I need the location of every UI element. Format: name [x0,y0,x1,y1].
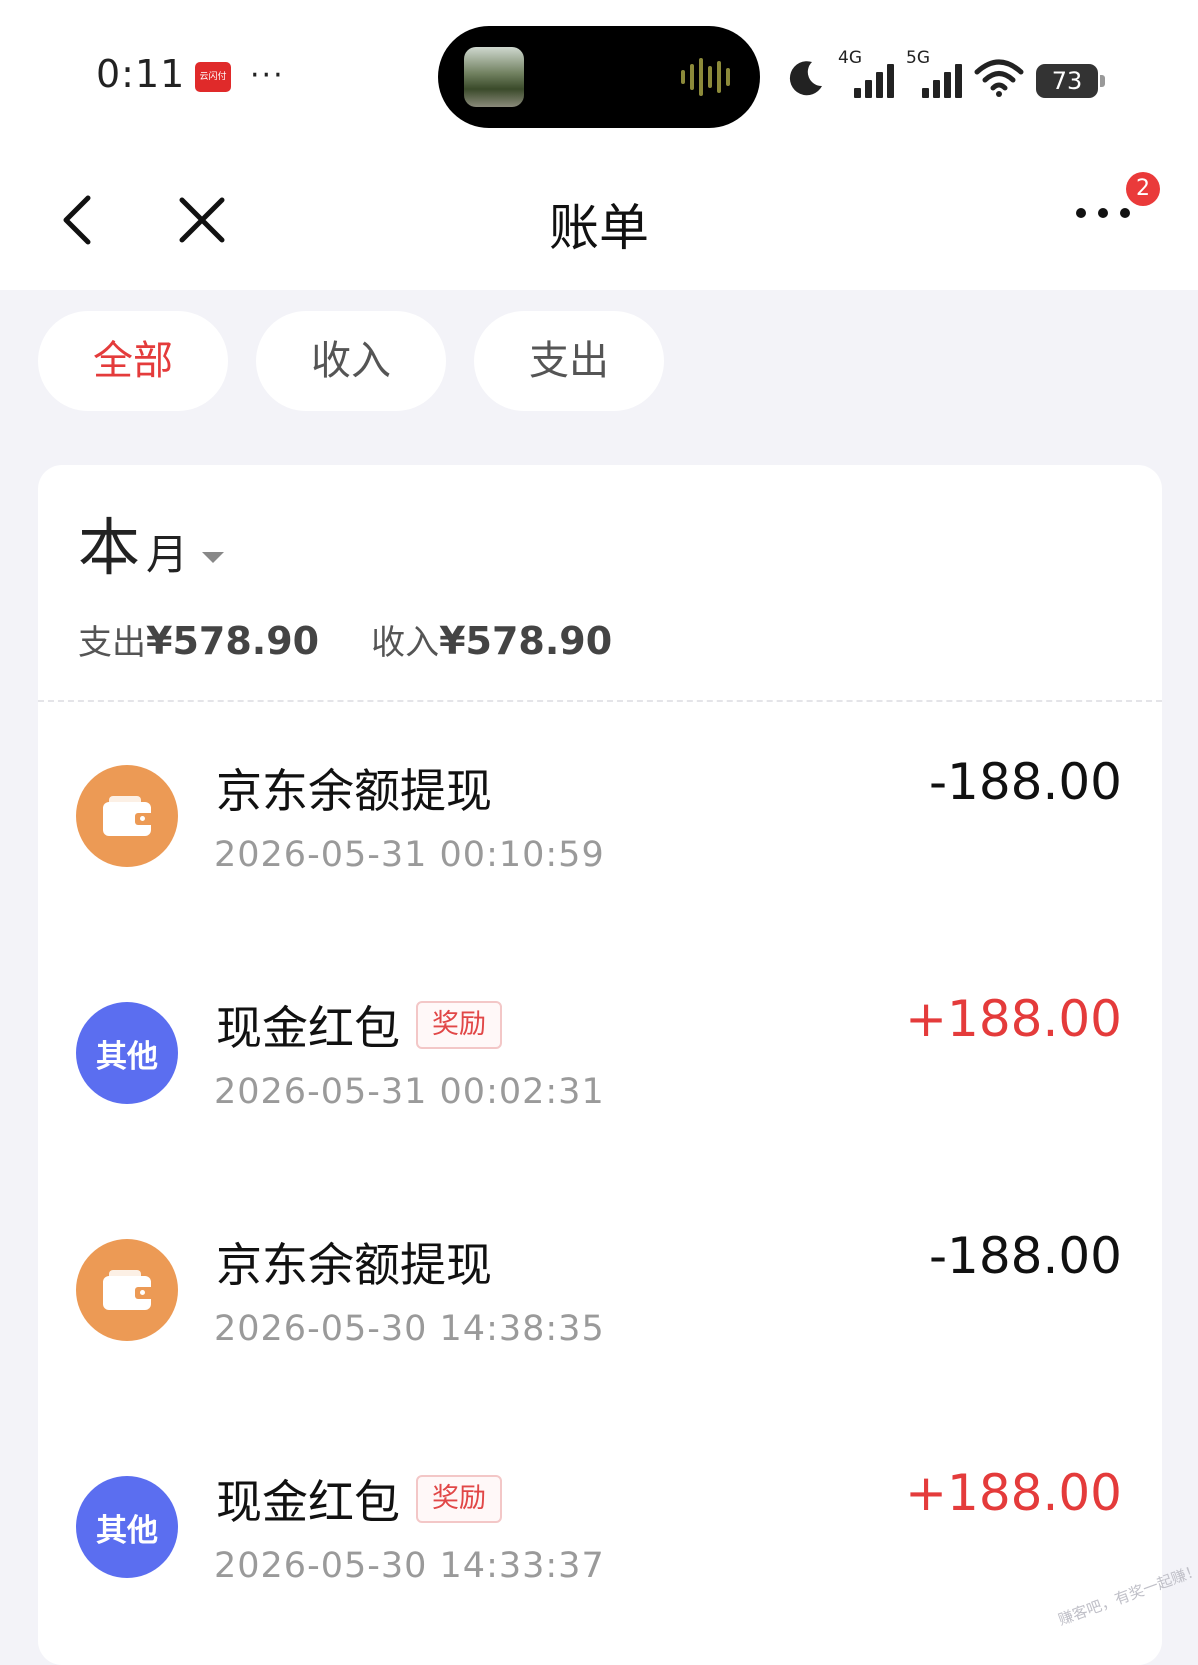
transaction-amount: +188.00 [905,990,1122,1048]
expense-summary: 支出 ¥578.90 [78,615,319,664]
media-thumbnail [464,47,524,107]
month-label-big: 本 [78,511,141,584]
expense-summary-label: 支出 [78,623,146,663]
filter-all-button[interactable]: 全部 [38,311,228,411]
status-bar: 0:11 云闪付 ··· 4G 5G 73 [0,0,1198,150]
wifi-icon [974,59,1024,97]
month-summary: 支出 ¥578.90 收入 ¥578.90 [78,615,612,664]
dashed-divider [38,700,1162,702]
transaction-title-wrap: 现金红包 奖励 [216,1466,502,1532]
signal-4g-icon: 4G [838,48,894,98]
transaction-time: 2026-05-31 00:02:31 [214,1072,605,1112]
transaction-title: 现金红包 [216,1475,400,1529]
signal-5g-icon: 5G [906,48,962,98]
reward-tag: 奖励 [416,1001,502,1049]
transaction-row[interactable]: 京东余额提现 2026-05-31 00:10:59 -188.00 [38,725,1162,925]
income-summary: 收入 ¥578.90 [371,615,612,664]
transaction-time: 2026-05-31 00:10:59 [214,835,605,875]
month-label-small: 月 [146,530,189,579]
transaction-title-wrap: 京东余额提现 [216,1229,492,1295]
income-summary-label: 收入 [371,623,440,663]
battery-icon: 73 [1036,64,1105,98]
transaction-row[interactable]: 京东余额提现 2026-05-30 14:38:35 -188.00 [38,1199,1162,1399]
transaction-amount: -188.00 [929,753,1122,811]
transaction-title-wrap: 现金红包 奖励 [216,992,502,1058]
filter-expense-button[interactable]: 支出 [474,311,664,411]
app-notification-icon: 云闪付 [195,62,231,92]
month-selector[interactable]: 本 月 [78,511,225,584]
transaction-amount: -188.00 [929,1227,1122,1285]
page-title: 账单 [549,199,649,257]
transaction-title: 现金红包 [216,1001,400,1055]
status-time: 0:11 [96,52,186,96]
transaction-row[interactable]: 其他 现金红包 奖励 2026-05-30 14:33:37 +188.00 [38,1436,1162,1636]
moon-icon [789,61,822,96]
reward-tag: 奖励 [416,1475,502,1523]
income-summary-value: ¥578.90 [439,619,613,663]
filter-income-button[interactable]: 收入 [256,311,446,411]
expense-summary-value: ¥578.90 [146,619,320,663]
wallet-icon [76,765,178,867]
other-category-icon: 其他 [76,1476,178,1578]
transaction-time: 2026-05-30 14:38:35 [214,1309,605,1349]
transaction-row[interactable]: 其他 现金红包 奖励 2026-05-31 00:02:31 +188.00 [38,962,1162,1162]
bill-card: 本 月 支出 ¥578.90 收入 ¥578.90 京东余额提现 2026-05… [38,465,1162,1665]
dynamic-island[interactable] [438,26,760,128]
wallet-icon [76,1239,178,1341]
audio-wave-icon [681,56,730,98]
other-category-icon: 其他 [76,1002,178,1104]
transaction-amount: +188.00 [905,1464,1122,1522]
transaction-title: 京东余额提现 [216,1238,492,1292]
caret-down-icon [202,552,225,563]
more-options-icon[interactable] [1076,208,1136,228]
transaction-time: 2026-05-30 14:33:37 [214,1546,605,1586]
nav-bar: 账单 2 [0,150,1198,290]
transaction-title-wrap: 京东余额提现 [216,755,492,821]
notification-badge: 2 [1126,172,1160,206]
transaction-title: 京东余额提现 [216,764,492,818]
more-notifications-icon: ··· [250,58,285,93]
status-icons: 4G 5G 73 [786,48,1105,98]
